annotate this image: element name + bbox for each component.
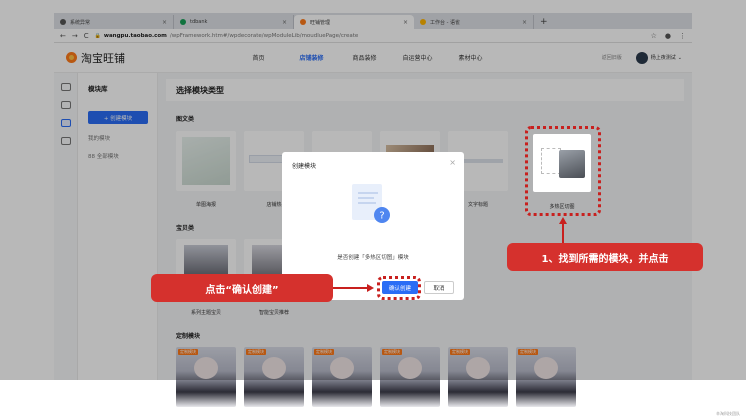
document-question-icon: ? bbox=[352, 184, 390, 223]
dialog-message: 是否创建「多热区切图」模块 bbox=[337, 255, 409, 261]
arrow-line-up bbox=[562, 223, 564, 243]
arrow-line-left bbox=[333, 287, 369, 289]
svg-text:?: ? bbox=[379, 211, 384, 222]
callout-find-module: 1、找到所需的模块，并点击 bbox=[507, 243, 703, 271]
arrow-up-icon bbox=[559, 217, 567, 224]
arrow-right-icon bbox=[367, 284, 374, 292]
highlight-target-card bbox=[525, 126, 601, 216]
watermark: 辛淘科技团队 bbox=[716, 411, 740, 416]
dialog-title: 创建模块 bbox=[292, 163, 317, 170]
callout-confirm: 点击“确认创建” bbox=[151, 274, 333, 302]
cancel-button[interactable]: 取消 bbox=[424, 281, 454, 294]
close-icon[interactable]: × bbox=[449, 158, 456, 167]
highlight-confirm-button bbox=[377, 276, 421, 300]
